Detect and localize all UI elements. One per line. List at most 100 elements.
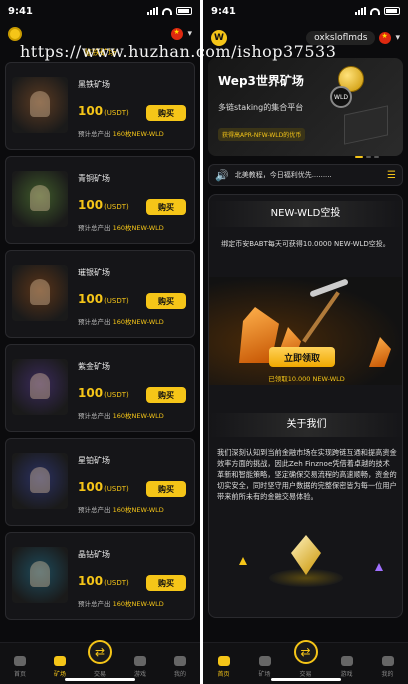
app-logo: W	[211, 30, 227, 46]
tab-label: 首页	[13, 671, 26, 678]
tab-mine[interactable]: 矿场	[42, 656, 78, 678]
home-indicator	[65, 678, 135, 681]
coin-icon	[8, 27, 22, 41]
mine-card-info: 星铂矿场 100 (USDT) 购买 预计总产出 160枚NEW-WLD	[78, 447, 188, 517]
buy-button[interactable]: 购买	[146, 105, 186, 121]
home-icon	[14, 656, 26, 666]
mine-card: 晶钻矿场 100 (USDT) 购买 预计总产出 160枚NEW-WLD	[5, 532, 195, 620]
swap-icon[interactable]: ⇄	[88, 640, 112, 664]
game-icon	[134, 656, 146, 666]
mine-output: 预计总产出 160枚NEW-WLD	[78, 504, 188, 514]
user-icon	[174, 656, 186, 666]
price-value: 100	[78, 104, 104, 118]
mine-name: 星铂矿场	[78, 456, 110, 465]
home-icon	[217, 656, 230, 666]
mine-card-info: 紫金矿场 100 (USDT) 购买 预计总产出 160枚NEW-WLD	[78, 353, 188, 423]
output-label: 预计总产出	[78, 506, 111, 514]
tab-label: 我的	[381, 671, 394, 678]
price-unit: (USDT)	[104, 579, 129, 587]
pickaxe-handle	[302, 291, 340, 343]
mine-output: 预计总产出 160枚NEW-WLD	[78, 128, 188, 138]
banner-chip: 获得高APR-NFW-WLD的优币	[218, 128, 306, 141]
claimed-amount: 已领取10.000 NEW-WLD	[268, 375, 345, 383]
price-unit: (USDT)	[104, 391, 129, 399]
app-header: W oxksloflmds ▾	[203, 26, 408, 50]
tab-user[interactable]: 我的	[370, 656, 406, 678]
tab-mine[interactable]: 矿场	[247, 656, 283, 678]
output-value: 160枚NEW-WLD	[112, 224, 164, 232]
app-header: ▾	[0, 22, 200, 46]
tab-home[interactable]: 首页	[206, 656, 242, 678]
notice-bar[interactable]: 🔊 北美教程，今日福利优先......... ☰	[208, 164, 403, 186]
china-flag-icon[interactable]	[379, 32, 392, 44]
account-area[interactable]: oxksloflmds ▾	[306, 31, 400, 45]
mine-card-info: 黑铁矿场 100 (USDT) 购买 预计总产出 160枚NEW-WLD	[78, 71, 188, 141]
about-text: 我们深刻认知到当前金融市场在实现跨链互通和提高资金效率方面的挑战，因此Zeh F…	[217, 448, 397, 501]
account-name[interactable]: oxksloflmds	[306, 31, 376, 45]
tab-label: 矿场	[53, 671, 66, 678]
pickaxe-head	[309, 278, 349, 298]
section-title: 鉴铁矿场	[84, 48, 116, 57]
mine-output: 预计总产出 160枚NEW-WLD	[78, 222, 188, 232]
home-screen: 9:41 W oxksloflmds ▾ Wep3世界矿场 多链staking的…	[203, 0, 408, 684]
buy-button[interactable]: 购买	[146, 387, 186, 403]
price-unit: (USDT)	[104, 485, 129, 493]
price-value: 100	[78, 386, 104, 400]
mine-name: 青铜矿场	[78, 174, 110, 183]
tab-label: 交易	[299, 671, 312, 678]
arrow-up-icon	[375, 563, 383, 571]
tab-game[interactable]: 游戏	[329, 656, 365, 678]
mine-name: 黑铁矿场	[78, 80, 110, 89]
mine-thumbnail	[12, 359, 68, 415]
list-icon[interactable]: ☰	[387, 170, 396, 181]
game-icon	[340, 656, 353, 666]
output-value: 160枚NEW-WLD	[112, 130, 164, 138]
tab-swap[interactable]: ⇄ 交易	[288, 640, 324, 678]
tab-game[interactable]: 游戏	[122, 656, 158, 678]
crystal-shape	[369, 337, 391, 367]
price-unit: (USDT)	[104, 109, 129, 117]
buy-button[interactable]: 购买	[146, 481, 186, 497]
mine-card: 紫金矿场 100 (USDT) 购买 预计总产出 160枚NEW-WLD	[5, 344, 195, 432]
output-label: 预计总产出	[78, 318, 111, 326]
china-flag-icon	[171, 28, 184, 40]
language-selector[interactable]: ▾	[171, 28, 192, 40]
arrow-up-icon	[239, 557, 247, 565]
tab-label: 交易	[93, 671, 106, 678]
banner-title: Wep3世界矿场	[218, 74, 304, 88]
buy-button[interactable]: 购买	[146, 575, 186, 591]
mine-output: 预计总产出 160枚NEW-WLD	[78, 316, 188, 326]
price-value: 100	[78, 574, 104, 588]
wifi-icon	[370, 7, 380, 15]
signal-icon	[147, 7, 158, 15]
tab-user[interactable]: 我的	[162, 656, 198, 678]
swap-icon[interactable]: ⇄	[293, 640, 318, 664]
wld-coin: WLD	[330, 86, 352, 108]
status-icons	[147, 7, 192, 15]
airdrop-title: NEW-WLD空投	[209, 201, 402, 227]
mine-thumbnail	[12, 265, 68, 321]
tab-home[interactable]: 首页	[2, 656, 38, 678]
status-bar: 9:41	[203, 0, 408, 22]
content-panel: NEW-WLD空投 绑定币安BABT每天可获得10.0000 NEW-WLD空投…	[208, 194, 403, 618]
claim-button[interactable]: 立即领取	[269, 347, 335, 367]
status-time: 9:41	[211, 5, 236, 17]
mine-icon	[54, 656, 66, 666]
mine-thumbnail	[12, 547, 68, 603]
buy-button[interactable]: 购买	[146, 199, 186, 215]
tab-swap[interactable]: ⇄ 交易	[82, 640, 118, 678]
mine-card-info: 晶钻矿场 100 (USDT) 购买 预计总产出 160枚NEW-WLD	[78, 541, 188, 611]
about-illustration	[209, 517, 402, 617]
price-value: 100	[78, 198, 104, 212]
mine-output: 预计总产出 160枚NEW-WLD	[78, 410, 188, 420]
mine-card: 星铂矿场 100 (USDT) 购买 预计总产出 160枚NEW-WLD	[5, 438, 195, 526]
buy-button[interactable]: 购买	[146, 293, 186, 309]
mine-card: 黑铁矿场 100 (USDT) 购买 预计总产出 160枚NEW-WLD	[5, 62, 195, 150]
promo-banner[interactable]: Wep3世界矿场 多链staking的集合平台 获得高APR-NFW-WLD的优…	[208, 58, 403, 156]
wifi-icon	[162, 7, 172, 15]
mine-thumbnail	[12, 171, 68, 227]
chevron-down-icon[interactable]: ▾	[395, 33, 400, 43]
tab-label: 我的	[173, 671, 186, 678]
tab-label: 游戏	[133, 671, 146, 678]
home-indicator	[270, 678, 341, 681]
